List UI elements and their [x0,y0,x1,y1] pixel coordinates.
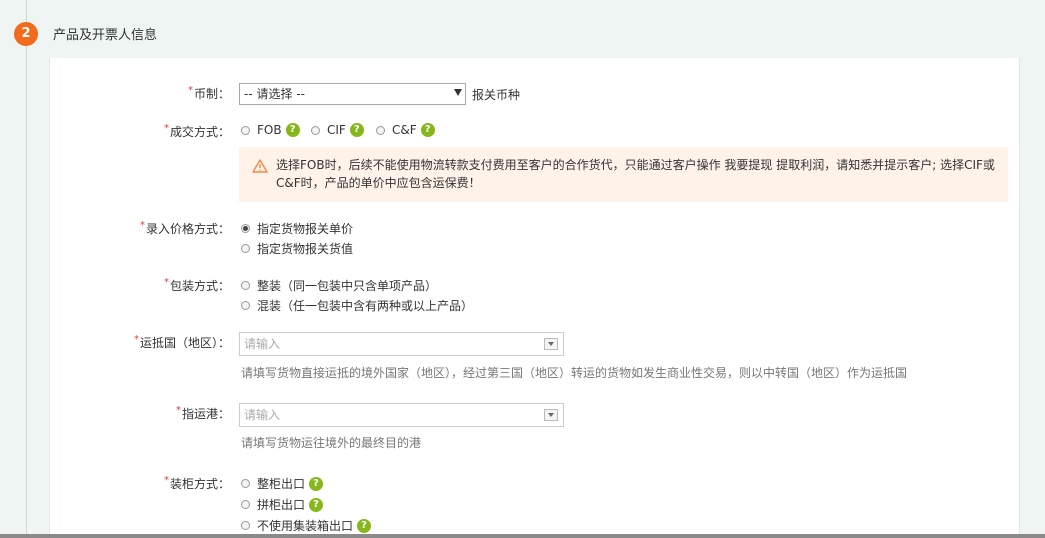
required-mark: * [187,85,193,96]
price-method-label: *录入价格方式： [139,220,230,236]
radio-button[interactable] [241,244,250,253]
container-none-option[interactable]: 不使用集装箱出口 ? [241,517,372,534]
required-mark: * [163,123,169,134]
help-icon[interactable]: ? [309,497,324,512]
destination-port-label: *指运港： [175,405,230,421]
step-timeline-line [26,0,27,538]
destination-country-label: *运抵国（地区）： [133,334,230,350]
currency-select-value: -- 请选择 -- [244,87,305,101]
required-mark: * [163,277,169,288]
currency-select[interactable]: -- 请选择 -- [239,83,466,105]
destination-country-hint: 请填写货物直接运抵的境外国家（地区），经过第三国（地区）转运的货物如发生商业性交… [241,366,908,380]
price-method-total-option[interactable]: 指定货物报关货值 [241,240,353,257]
trade-term-fob-option[interactable]: FOB ? [241,123,300,137]
radio-button[interactable] [241,521,250,530]
help-icon[interactable]: ? [309,476,324,491]
currency-suffix: 报关币种 [472,88,521,102]
warning-icon [252,159,268,173]
radio-button[interactable] [241,125,250,135]
required-mark: * [163,475,169,486]
radio-button[interactable] [241,301,250,310]
container-lcl-option[interactable]: 拼柜出口 ? [241,496,324,513]
required-mark: * [133,334,139,345]
packing-single-option[interactable]: 整装（同一包装中只含单项产品） [241,277,437,294]
warning-text: 选择FOB时，后续不能使用物流转款支付费用至客户的合作货代，只能通过客户操作 我… [276,158,995,190]
container-label: *装柜方式： [163,475,230,491]
bottom-border [0,534,1045,538]
packing-label: *包装方式： [163,277,230,293]
trade-term-cnf-option[interactable]: C&F ? [376,123,435,137]
destination-country-input[interactable]: 请输入 [239,332,564,356]
price-method-unit-option[interactable]: 指定货物报关单价 [241,220,353,237]
step-number-badge: 2 [14,22,38,46]
combo-dropdown-icon[interactable] [544,409,558,421]
help-icon[interactable]: ? [285,123,300,137]
trade-term-cif-option[interactable]: CIF ? [311,123,364,137]
trade-terms-label: *成交方式： [163,123,230,139]
radio-button-selected[interactable] [241,224,250,233]
radio-button[interactable] [241,500,250,509]
destination-port-hint: 请填写货物运往境外的最终目的港 [241,436,422,450]
destination-country-placeholder: 请输入 [244,337,281,351]
trade-terms-warning: 选择FOB时，后续不能使用物流转款支付费用至客户的合作货代，只能通过客户操作 我… [239,147,1008,202]
radio-button[interactable] [311,125,320,135]
container-full-option[interactable]: 整柜出口 ? [241,475,324,492]
help-icon[interactable]: ? [349,123,364,137]
packing-mixed-option[interactable]: 混装（任一包装中含有两种或以上产品） [241,297,473,314]
help-icon[interactable]: ? [357,518,372,533]
required-mark: * [139,220,145,231]
radio-button[interactable] [376,125,385,135]
radio-button[interactable] [241,281,250,290]
dropdown-arrow-icon [454,89,462,96]
destination-port-placeholder: 请输入 [244,408,281,422]
section-title: 产品及开票人信息 [53,28,158,43]
required-mark: * [175,405,181,416]
currency-label: *币制： [187,85,230,101]
help-icon[interactable]: ? [420,123,435,137]
radio-button[interactable] [241,479,250,488]
combo-dropdown-icon[interactable] [544,338,558,350]
destination-port-input[interactable]: 请输入 [239,403,564,427]
